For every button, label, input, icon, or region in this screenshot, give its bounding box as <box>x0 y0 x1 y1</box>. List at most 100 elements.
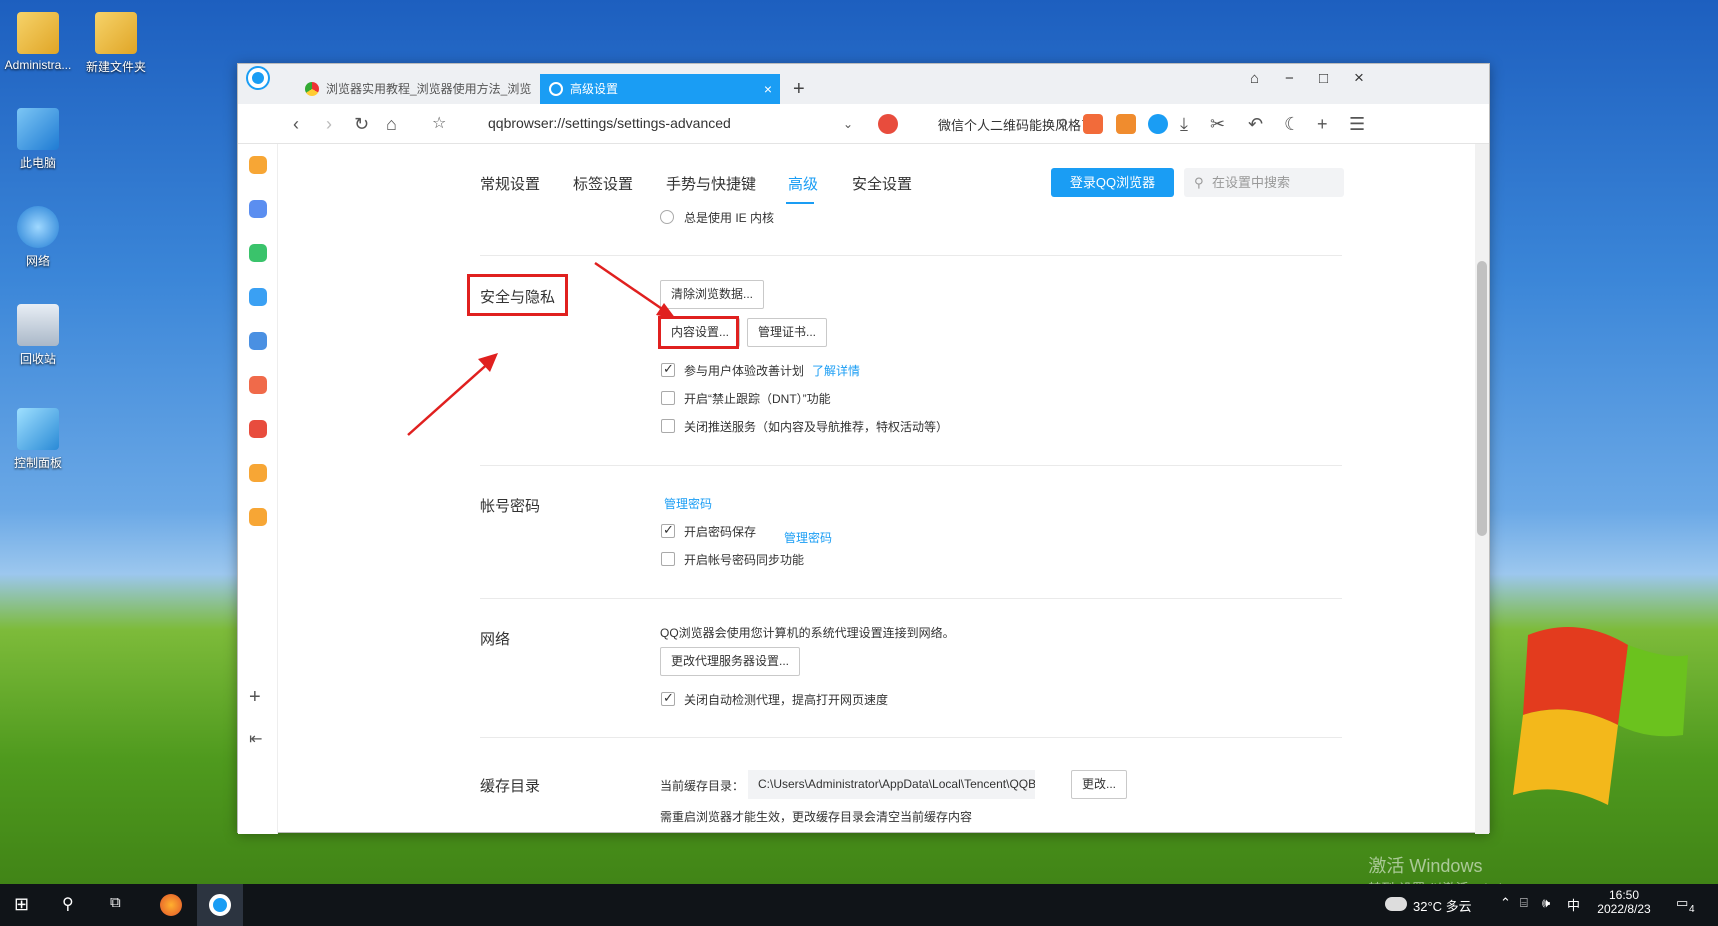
address-bar[interactable]: qqbrowser://settings/settings-advanced <box>488 115 731 131</box>
windows-start-icon[interactable]: ⊞ <box>14 894 29 915</box>
password-sync-label: 开启帐号密码同步功能 <box>684 553 805 567</box>
nav-tabs[interactable]: 标签设置 <box>573 173 633 194</box>
nav-gestures[interactable]: 手势与快捷键 <box>666 173 756 194</box>
cache-section-title: 缓存目录 <box>480 778 541 795</box>
manage-passwords-inline-link[interactable]: 管理密码 <box>784 529 832 546</box>
cache-current-label: 当前缓存目录： <box>660 779 745 793</box>
back-icon[interactable]: ‹ <box>293 113 299 135</box>
menu-icon[interactable]: ☰ <box>1349 113 1365 135</box>
tab-advanced-settings[interactable]: 高级设置 × <box>540 74 780 104</box>
desktop-icon-network[interactable]: 网络 <box>0 206 76 269</box>
translate-icon[interactable] <box>1083 114 1103 134</box>
cloud-icon[interactable] <box>249 332 267 350</box>
desktop-icon-new-folder[interactable]: 新建文件夹 <box>78 12 154 75</box>
manage-passwords-link[interactable]: 管理密码 <box>664 495 712 512</box>
learn-more-link[interactable]: 了解详情 <box>812 362 860 379</box>
nav-security[interactable]: 安全设置 <box>852 173 912 194</box>
auto-detect-proxy-checkbox[interactable] <box>661 690 675 706</box>
pin-icon[interactable]: ⌂ <box>1250 70 1259 87</box>
tab-tutorial[interactable]: 浏览器实用教程_浏览器使用方法_浏览 <box>296 74 536 104</box>
recycle-bin-icon <box>17 304 59 346</box>
password-sync-checkbox[interactable] <box>661 552 675 566</box>
network-tray-icon[interactable]: ⌸ <box>1520 895 1528 911</box>
scissors-icon[interactable]: ✂ <box>1210 113 1225 135</box>
network-icon <box>17 206 59 248</box>
section-divider <box>480 598 1342 599</box>
taskbar-qq-browser-button[interactable] <box>197 884 243 926</box>
settings-search-input[interactable]: ⚲ 在设置中搜索 <box>1184 168 1344 197</box>
cache-path-field[interactable]: C:\Users\Administrator\AppData\Local\Ten… <box>748 770 1035 799</box>
search-suggestion[interactable]: 微信个人二维码能换风格了 <box>938 115 1094 134</box>
undo-icon[interactable]: ↶ <box>1248 113 1263 135</box>
add-icon[interactable]: + <box>1317 113 1328 135</box>
ime-indicator[interactable]: 中 <box>1567 895 1580 914</box>
download-icon[interactable]: ⤓ <box>1180 113 1188 135</box>
nav-general[interactable]: 常规设置 <box>480 173 540 194</box>
close-window-button[interactable]: × <box>1354 68 1364 88</box>
save-password-checkbox[interactable] <box>661 522 675 538</box>
scrollbar-thumb[interactable] <box>1477 261 1487 536</box>
firefox-icon[interactable] <box>160 894 182 916</box>
extension-icon[interactable] <box>1148 114 1168 134</box>
search-icon[interactable]: ⚲ <box>62 894 74 914</box>
ie-core-radio[interactable] <box>660 210 674 224</box>
account-section-title: 帐号密码 <box>480 498 541 515</box>
desktop-icon-label: 回收站 <box>19 352 56 366</box>
section-divider <box>480 737 1342 738</box>
weather-cloud-icon[interactable] <box>1385 897 1407 911</box>
desktop-icon-label: 网络 <box>25 254 50 268</box>
collapse-sidebar-icon[interactable]: ⇤ <box>249 729 262 751</box>
favorites-icon[interactable] <box>249 156 267 174</box>
maximize-button[interactable]: □ <box>1319 70 1328 87</box>
desktop-icon-this-pc[interactable]: 此电脑 <box>0 108 76 171</box>
task-view-icon[interactable]: ⧉ <box>110 894 121 911</box>
desktop-icon-administrator[interactable]: Administra... <box>0 12 76 72</box>
change-cache-button[interactable]: 更改... <box>1071 770 1128 799</box>
page-scrollbar[interactable] <box>1475 144 1489 834</box>
search-icon: ⚲ <box>1194 175 1204 190</box>
pdf-icon[interactable] <box>249 420 267 438</box>
search-icon[interactable]: ⚲ <box>1058 113 1068 135</box>
user-folder-icon <box>17 12 59 54</box>
notification-icon[interactable]: ▭ <box>1676 895 1688 911</box>
sogou-search-icon[interactable] <box>878 114 898 134</box>
ie-core-label: 总是使用 IE 内核 <box>684 211 775 225</box>
control-panel-icon <box>17 408 59 450</box>
send-file-icon[interactable] <box>249 288 267 306</box>
bookmark-star-icon[interactable]: ☆ <box>432 113 446 135</box>
close-tab-icon[interactable]: × <box>764 74 772 104</box>
desktop-icon-control-panel[interactable]: 控制面板 <box>0 408 76 471</box>
wechat-icon[interactable] <box>249 244 267 262</box>
notes-icon[interactable] <box>249 508 267 526</box>
new-tab-button[interactable]: + <box>793 74 805 104</box>
chevron-up-icon[interactable]: ⌃ <box>1500 895 1511 911</box>
tab-label: 浏览器实用教程_浏览器使用方法_浏览 <box>326 82 532 96</box>
address-toolbar: ‹ › ↻ ⌂ ☆ qqbrowser://settings/settings-… <box>238 104 1489 144</box>
history-icon[interactable] <box>249 200 267 218</box>
forward-icon[interactable]: › <box>326 113 332 135</box>
game-icon[interactable] <box>1116 114 1136 134</box>
weather-text[interactable]: 32°C 多云 <box>1413 896 1472 915</box>
settings-search-placeholder: 在设置中搜索 <box>1212 175 1291 190</box>
chevron-down-icon[interactable]: ⌄ <box>843 113 853 135</box>
manage-certificates-button[interactable]: 管理证书... <box>747 318 828 347</box>
login-qq-browser-button[interactable]: 登录QQ浏览器 <box>1051 168 1174 197</box>
change-proxy-label: 更改代理服务器设置... <box>671 654 790 668</box>
night-mode-icon[interactable]: ☾ <box>1284 113 1300 135</box>
home-icon[interactable]: ⌂ <box>386 113 397 135</box>
add-sidebar-icon[interactable]: + <box>249 686 261 708</box>
desktop-icon-recycle-bin[interactable]: 回收站 <box>0 304 76 367</box>
nav-advanced[interactable]: 高级 <box>788 173 818 194</box>
desktop-icon-label: 此电脑 <box>19 156 56 170</box>
qq-browser-logo-icon[interactable] <box>248 68 268 88</box>
refresh-icon[interactable]: ↻ <box>354 113 369 135</box>
annotation-arrows <box>407 261 676 436</box>
desktop-icon-label: Administra... <box>4 58 72 72</box>
change-proxy-button[interactable]: 更改代理服务器设置... <box>660 647 801 676</box>
login-button-label: 登录QQ浏览器 <box>1069 175 1156 190</box>
clock[interactable]: 16:50 2022/8/23 <box>1592 888 1656 916</box>
tools-icon[interactable] <box>249 376 267 394</box>
minimize-button[interactable]: − <box>1285 70 1294 87</box>
search-tool-icon[interactable] <box>249 464 267 482</box>
volume-icon[interactable]: 🕪 <box>1542 895 1550 911</box>
